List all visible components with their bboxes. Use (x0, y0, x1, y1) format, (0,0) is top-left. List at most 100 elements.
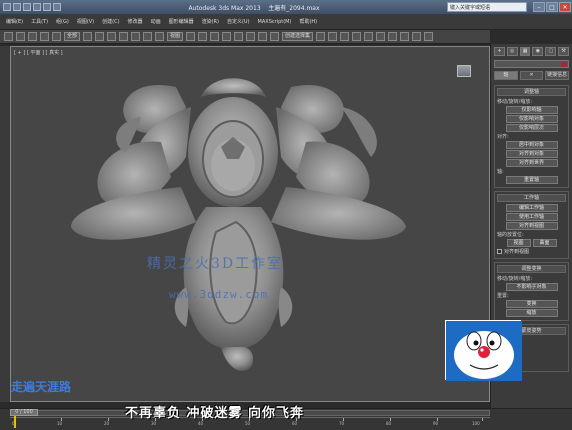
place-view-button[interactable]: 视图 (506, 239, 531, 247)
menu-tools[interactable]: 工具(T) (31, 18, 48, 25)
save-icon[interactable] (33, 3, 41, 11)
reference-coord-dropdown[interactable]: 视图 (167, 32, 184, 41)
cartoon-cat-face-icon (446, 321, 522, 381)
menu-customize[interactable]: 自定义(U) (227, 18, 250, 25)
alignment-label: 对齐: (497, 134, 509, 140)
motion-tab-icon[interactable]: ◉ (532, 47, 544, 56)
new-file-icon[interactable] (13, 3, 21, 11)
adjust-pivot-title[interactable]: 调整轴 (497, 88, 566, 96)
menu-create[interactable]: 创建(C) (102, 18, 119, 25)
selection-filter-dropdown[interactable]: 全部 (64, 32, 81, 41)
menu-rendering[interactable]: 渲染(R) (202, 18, 219, 25)
align-to-object-button[interactable]: 对齐到对象 (505, 150, 558, 158)
angle-snap-icon[interactable] (234, 32, 244, 41)
mirror-icon[interactable] (316, 32, 326, 41)
object-name-field[interactable] (494, 60, 569, 68)
align-to-view-button[interactable]: 对齐到视图 (505, 222, 558, 230)
checkbox-checked-icon[interactable] (497, 249, 502, 254)
use-working-pivot-button[interactable]: 使用工作轴 (505, 213, 558, 221)
edit-named-selection-icon[interactable] (270, 32, 280, 41)
material-editor-icon[interactable] (388, 32, 398, 41)
menu-maxscript[interactable]: MAXScript(M) (258, 19, 292, 25)
pivot-subtab[interactable]: 轴 (494, 71, 518, 80)
adjust-transform-title[interactable]: 调整变换 (497, 265, 566, 273)
title-bar: Autodesk 3ds Max 2013 主遍有_2094.max 键入关键字… (0, 0, 572, 14)
link-icon[interactable] (28, 32, 37, 41)
perspective-viewport[interactable]: [ + ] [ 平面 ] [ 真实 ] 精灵之火3D工作室 www.3ddzw.… (10, 46, 490, 402)
named-selection-dropdown[interactable]: 创建选择集 (282, 32, 314, 41)
app-icon[interactable] (3, 3, 11, 11)
time-slider-thumb[interactable]: 0 / 100 (10, 409, 38, 416)
keyboard-shortcut-icon[interactable] (210, 32, 220, 41)
align-icon[interactable] (328, 32, 338, 41)
menu-graph-editors[interactable]: 图形编辑器 (169, 18, 194, 25)
reset-label: 重置: (497, 293, 509, 299)
open-file-icon[interactable] (23, 3, 31, 11)
link-info-subtab[interactable]: 链接信息 (545, 71, 570, 80)
align-to-view-checkbox-row[interactable]: 对齐到视图 (497, 248, 566, 255)
curve-editor-icon[interactable] (364, 32, 374, 41)
menu-group[interactable]: 组(G) (56, 18, 69, 25)
dont-affect-children-button[interactable]: 不影响子对象 (505, 283, 558, 291)
redo-icon[interactable] (53, 3, 61, 11)
viewport-label[interactable]: [ + ] [ 平面 ] [ 真实 ] (14, 49, 63, 56)
reset-pivot-button[interactable]: 重置轴 (505, 176, 558, 184)
center-to-object-button[interactable]: 居中到对象 (505, 141, 558, 149)
select-move-icon[interactable] (131, 32, 141, 41)
percent-snap-icon[interactable] (246, 32, 256, 41)
unlink-icon[interactable] (40, 32, 49, 41)
redo-tool-icon[interactable] (16, 32, 25, 41)
snaps-toggle-icon[interactable] (222, 32, 232, 41)
menu-modifiers[interactable]: 修改器 (128, 18, 143, 25)
maximize-button[interactable]: □ (546, 2, 558, 12)
current-frame-marker[interactable] (14, 416, 16, 428)
menu-animation[interactable]: 动画 (151, 18, 161, 25)
select-object-icon[interactable] (83, 32, 93, 41)
align-to-world-button[interactable]: 对齐到世界 (505, 159, 558, 167)
select-scale-icon[interactable] (155, 32, 165, 41)
layer-manager-icon[interactable] (340, 32, 350, 41)
schematic-view-icon[interactable] (376, 32, 386, 41)
edit-working-pivot-button[interactable]: 编辑工作轴 (505, 204, 558, 212)
hierarchy-subtabs: 轴 ✕ 链接信息 (491, 69, 572, 82)
working-pivot-rollout: 工作轴 编辑工作轴 使用工作轴 对齐到视图 轴的放置位: 视图 曲面 对齐到视图 (494, 191, 569, 259)
select-manipulate-icon[interactable] (198, 32, 208, 41)
render-production-icon[interactable] (424, 32, 434, 41)
window-crossing-icon[interactable] (119, 32, 129, 41)
modify-tab-icon[interactable]: ◎ (506, 47, 518, 56)
affect-hierarchy-only-button[interactable]: 仅影响层次 (505, 124, 558, 132)
help-search-input[interactable]: 键入关键字或短语 (447, 2, 527, 12)
select-by-name-icon[interactable] (95, 32, 105, 41)
ik-subtab[interactable]: ✕ (519, 71, 544, 80)
menu-help[interactable]: 帮助(H) (299, 18, 317, 25)
main-toolbar: 全部 视图 创建选择集 (0, 30, 490, 44)
affect-object-only-button[interactable]: 仅影响对象 (505, 115, 558, 123)
utilities-tab-icon[interactable]: ⚒ (558, 47, 569, 56)
menu-edit[interactable]: 编辑(E) (6, 18, 23, 25)
hierarchy-tab-icon[interactable]: ▦ (519, 47, 531, 56)
viewcube-icon[interactable] (457, 65, 471, 77)
display-tab-icon[interactable]: ▢ (545, 47, 557, 56)
rendered-frame-icon[interactable] (412, 32, 422, 41)
menu-views[interactable]: 视图(V) (77, 18, 94, 25)
render-setup-icon[interactable] (400, 32, 410, 41)
reset-transform-button[interactable]: 变换 (505, 300, 558, 308)
graphite-ribbon-icon[interactable] (352, 32, 362, 41)
minimize-button[interactable]: – (533, 2, 545, 12)
video-caption: 不再辜负 冲破迷雾 向你飞奔 (125, 406, 305, 421)
create-tab-icon[interactable]: + (494, 47, 505, 56)
close-button[interactable]: ✕ (559, 2, 571, 12)
undo-icon[interactable] (43, 3, 51, 11)
place-surface-button[interactable]: 曲面 (532, 239, 557, 247)
affect-pivot-only-button[interactable]: 仅影响轴 (505, 106, 558, 114)
reset-scale-button[interactable]: 缩放 (505, 309, 558, 317)
pivot-center-icon[interactable] (186, 32, 196, 41)
spinner-snap-icon[interactable] (258, 32, 268, 41)
watermark-url: www.3ddzw.com (169, 288, 269, 301)
tick-mark (482, 418, 483, 421)
bind-space-warp-icon[interactable] (52, 32, 61, 41)
undo-tool-icon[interactable] (4, 32, 13, 41)
select-rotate-icon[interactable] (143, 32, 153, 41)
working-pivot-title[interactable]: 工作轴 (497, 194, 566, 202)
rectangle-selection-icon[interactable] (107, 32, 117, 41)
